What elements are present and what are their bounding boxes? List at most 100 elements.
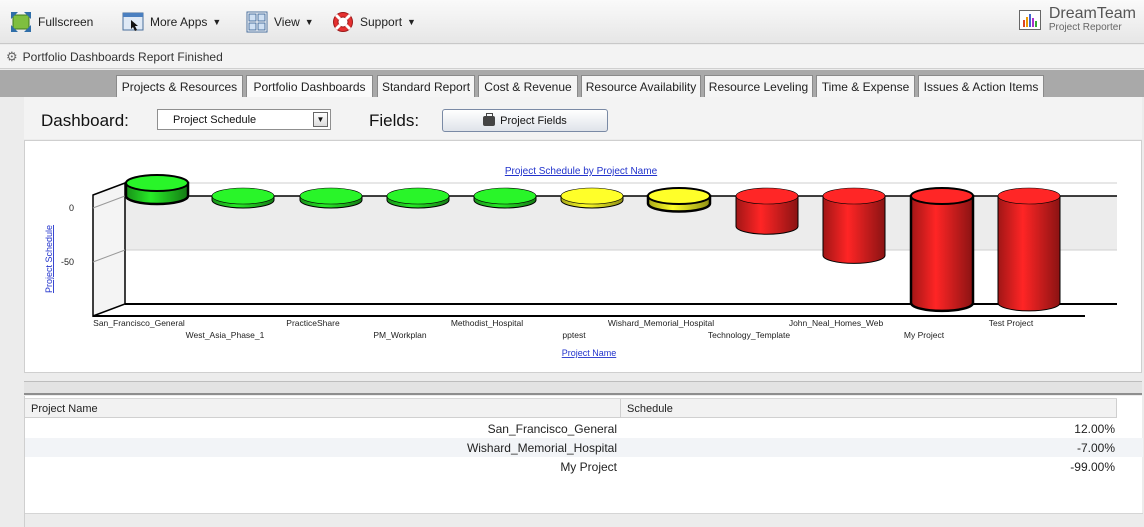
chart-bar[interactable] <box>560 187 624 209</box>
chart-bar[interactable] <box>646 187 712 213</box>
cell-project-name: San_Francisco_General <box>487 421 617 436</box>
tab-label: Portfolio Dashboards <box>253 79 366 94</box>
chart-bar[interactable] <box>909 187 975 313</box>
fullscreen-label: Fullscreen <box>38 15 94 29</box>
tab-label: Projects & Resources <box>121 79 238 94</box>
bar-top <box>386 187 450 205</box>
horizontal-scrollbar[interactable] <box>25 513 1143 527</box>
x-tick-label: John_Neal_Homes_Web <box>789 318 884 328</box>
tab-label: Time & Expense <box>821 79 910 94</box>
bar-top <box>647 187 711 205</box>
bar-top <box>735 187 799 205</box>
y-tick-label: 0 <box>69 203 74 213</box>
brand-subtitle: Project Reporter <box>1048 22 1122 33</box>
x-tick-label: Wishard_Memorial_Hospital <box>608 318 714 328</box>
view-label: View <box>274 15 300 29</box>
tab-cost-revenue[interactable]: Cost & Revenue <box>478 75 578 97</box>
chart-bar[interactable] <box>473 187 537 209</box>
chevron-down-icon[interactable]: ▼ <box>313 112 328 127</box>
tab-label: Issues & Action Items <box>923 79 1039 94</box>
grid-view-icon <box>246 11 268 33</box>
bar-top <box>997 187 1061 205</box>
schedule-chart: 0 -50 Project Schedule by Project Name Proj… <box>44 166 1117 358</box>
panel-divider[interactable] <box>24 381 1142 395</box>
chart-bar[interactable] <box>386 187 450 209</box>
chart-bar[interactable] <box>299 187 363 209</box>
x-tick-label: Methodist_Hospital <box>451 318 523 328</box>
tab-projects-resources[interactable]: Projects & Resources <box>116 75 243 97</box>
fields-label: Fields: <box>369 111 420 130</box>
support-label: Support <box>360 15 403 29</box>
dashboard-select-value: Project Schedule <box>173 113 257 126</box>
tab-portfolio-dashboards[interactable]: Portfolio Dashboards <box>246 75 373 97</box>
dashboard-controls: Dashboard: Project Schedule ▼ Fields: Pr… <box>24 97 1142 139</box>
x-tick-label: Technology_Template <box>708 330 790 340</box>
tab-time-expense[interactable]: Time & Expense <box>816 75 915 97</box>
tab-label: Standard Report <box>381 79 471 94</box>
gear-icon: ⚙ <box>6 48 18 64</box>
bar-top <box>822 187 886 205</box>
table-row[interactable]: My Project -99.00% <box>25 457 1143 476</box>
bar-top <box>560 187 624 205</box>
x-axis-label: Project Name <box>562 348 617 358</box>
view-button[interactable]: View ▼ <box>246 10 314 34</box>
table-header: Project Name Schedule <box>25 398 1117 418</box>
chevron-down-icon: ▼ <box>304 17 314 27</box>
fullscreen-icon <box>10 11 32 33</box>
bar-chart-logo-icon <box>1018 9 1041 30</box>
cell-project-name: My Project <box>560 459 617 474</box>
tab-label: Resource Availability <box>585 79 697 94</box>
chart-title: Project Schedule by Project Name <box>505 166 658 177</box>
table-row[interactable]: San_Francisco_General 12.00% <box>25 419 1143 438</box>
chart-left-wall <box>92 181 126 318</box>
bar-top <box>211 187 275 205</box>
x-tick-label: My Project <box>904 330 945 340</box>
apps-window-icon <box>122 11 144 33</box>
bar-body <box>822 195 886 264</box>
chart-bar[interactable] <box>124 174 190 206</box>
dashboard-label: Dashboard: <box>41 111 129 130</box>
tab-standard-report[interactable]: Standard Report <box>377 75 475 97</box>
status-bar: ⚙ Portfolio Dashboards Report Finished <box>0 45 1144 69</box>
brand: DreamTeam Project Reporter <box>1018 5 1136 33</box>
bar-top <box>910 187 974 205</box>
x-tick-label: West_Asia_Phase_1 <box>186 330 265 340</box>
more-apps-button[interactable]: More Apps ▼ <box>122 10 221 34</box>
results-table: Project Name Schedule San_Francisco_Gene… <box>24 396 1143 527</box>
chevron-down-icon: ▼ <box>212 17 222 27</box>
tab-label: Cost & Revenue <box>484 79 572 94</box>
cell-project-name: Wishard_Memorial_Hospital <box>466 440 617 455</box>
chart-panel: 0 -50 Project Schedule by Project Name Proj… <box>24 140 1142 373</box>
bar-top <box>125 174 189 193</box>
tab-resource-availability[interactable]: Resource Availability <box>581 75 701 97</box>
column-header-schedule[interactable]: Schedule <box>621 399 1117 418</box>
x-tick-label: PracticeShare <box>286 318 340 328</box>
chart-bar[interactable] <box>822 187 886 264</box>
fullscreen-button[interactable]: Fullscreen <box>10 10 93 34</box>
chevron-down-icon: ▼ <box>407 17 416 27</box>
chart-bar[interactable] <box>997 187 1061 312</box>
chart-bar[interactable] <box>735 187 799 235</box>
cell-schedule: -7.00% <box>1076 440 1115 455</box>
bar-body <box>997 195 1061 312</box>
column-header-label: Project Name <box>31 402 98 415</box>
project-fields-button[interactable]: Project Fields <box>442 109 608 132</box>
project-fields-label: Project Fields <box>500 114 567 127</box>
column-header-project-name[interactable]: Project Name <box>25 399 621 418</box>
bar-body <box>909 194 975 313</box>
brand-title: DreamTeam <box>1048 5 1136 22</box>
tab-resource-leveling[interactable]: Resource Leveling <box>704 75 813 97</box>
cell-schedule: -99.00% <box>1070 459 1115 474</box>
dashboard-select[interactable]: Project Schedule ▼ <box>157 109 331 130</box>
top-toolbar: Fullscreen More Apps ▼ View ▼ Support ▼ … <box>0 0 1144 44</box>
table-row[interactable]: Wishard_Memorial_Hospital -7.00% <box>25 438 1143 457</box>
y-tick-label: -50 <box>61 257 74 267</box>
support-button[interactable]: Support ▼ <box>332 10 416 34</box>
x-tick-label: San_Francisco_General <box>93 318 185 328</box>
briefcase-icon <box>483 112 496 126</box>
chart-bar[interactable] <box>211 187 275 209</box>
x-tick-label: Test Project <box>989 318 1034 328</box>
tab-label: Resource Leveling <box>708 79 809 94</box>
tab-issues-action-items[interactable]: Issues & Action Items <box>918 75 1044 97</box>
y-axis-label: Project Schedule <box>44 225 54 293</box>
